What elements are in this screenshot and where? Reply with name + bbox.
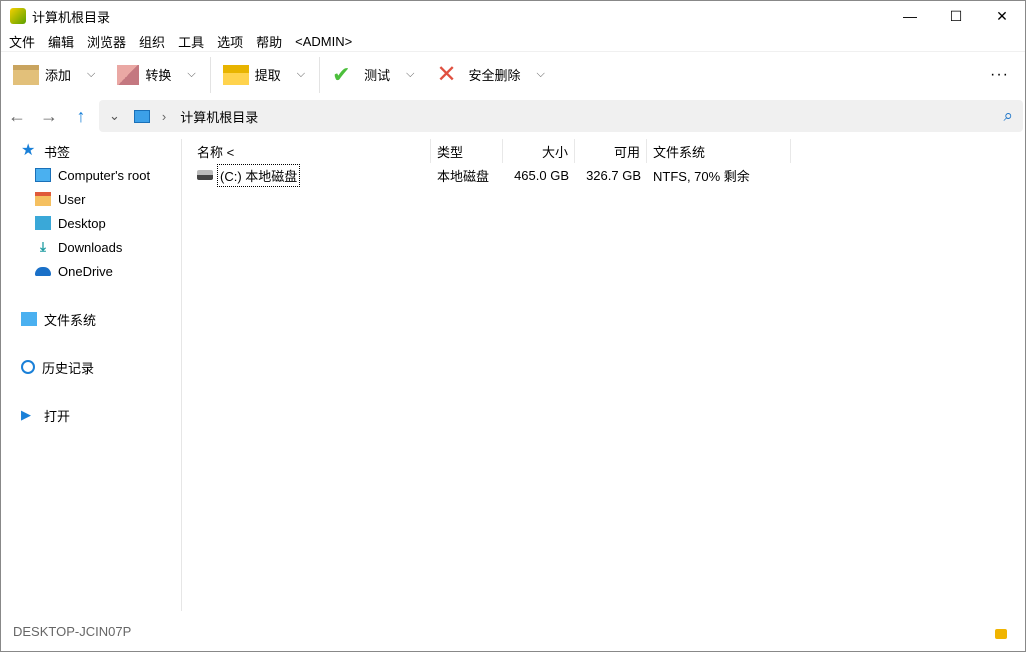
breadcrumb-path[interactable]: 计算机根目录: [180, 107, 258, 126]
computer-icon: [133, 109, 150, 123]
chevron-down-icon[interactable]: ⌵: [536, 68, 544, 81]
secure-delete-label: 安全删除: [468, 68, 521, 83]
maximize-button[interactable]: ☐: [933, 1, 979, 31]
row-type: 本地磁盘: [437, 168, 490, 184]
menu-organize[interactable]: 组织: [139, 32, 165, 51]
sidebar-item-desktop[interactable]: Desktop: [1, 211, 181, 235]
desktop-icon: [35, 216, 51, 230]
title-bar: 计算机根目录 — ☐ ✕: [1, 1, 1025, 31]
menu-bar: 文件 编辑 浏览器 组织 工具 选项 帮助 <ADMIN>: [1, 31, 1025, 51]
chevron-down-icon[interactable]: ⌵: [297, 68, 305, 81]
monitor-icon: [35, 168, 51, 182]
breadcrumb-separator-icon: ›: [161, 108, 167, 124]
home-icon: [35, 192, 51, 206]
star-icon: ★: [21, 142, 36, 159]
sidebar-filesystem[interactable]: 文件系统: [1, 307, 181, 331]
checkmark-icon: ✔: [332, 61, 351, 87]
sidebar-open[interactable]: ▶ 打开: [1, 403, 181, 427]
sidebar-label: Computer's root: [58, 167, 151, 183]
drive-icon: [197, 170, 213, 180]
column-type[interactable]: 类型: [431, 139, 503, 163]
download-icon: ⤓: [40, 239, 46, 254]
table-row[interactable]: (C:) 本地磁盘 本地磁盘 465.0 GB 326.7 GB NTFS, 7…: [183, 163, 1025, 187]
column-free[interactable]: 可用: [575, 139, 647, 163]
sidebar-label: User: [58, 191, 86, 207]
history-dropdown-icon[interactable]: ⌄: [109, 108, 120, 124]
status-bar: DESKTOP-JCIN07P: [1, 611, 1025, 651]
chevron-down-icon[interactable]: ⌵: [87, 68, 95, 81]
convert-icon: [117, 64, 140, 85]
sidebar-item-user[interactable]: User: [1, 187, 181, 211]
history-clock-icon: [21, 360, 35, 374]
column-size[interactable]: 大小: [503, 139, 575, 163]
chevron-down-icon[interactable]: ⌵: [187, 68, 195, 81]
sidebar-item-onedrive[interactable]: OneDrive: [1, 259, 181, 283]
play-triangle-icon: ▶: [21, 407, 31, 422]
menu-browser[interactable]: 浏览器: [87, 32, 126, 51]
convert-button[interactable]: 转换 ⌵: [105, 52, 205, 97]
convert-label: 转换: [145, 68, 172, 83]
search-icon[interactable]: ⌕: [1003, 106, 1013, 126]
column-filesystem[interactable]: 文件系统: [647, 139, 791, 163]
column-name[interactable]: 名称 <: [183, 139, 431, 163]
toolbar: 添加 ⌵ 转换 ⌵ 提取 ⌵ ✔ 测试 ⌵ ✕ 安全删除 ⌵ ···: [1, 51, 1025, 97]
navigation-bar: ← → ↑ ⌄ › 计算机根目录 ⌕: [1, 99, 1025, 133]
address-bar[interactable]: ⌄ › 计算机根目录 ⌕: [99, 100, 1023, 132]
folder-icon: [222, 64, 249, 85]
extract-label: 提取: [254, 68, 281, 83]
test-button[interactable]: ✔ 测试 ⌵: [320, 52, 424, 97]
delete-x-icon: ✕: [436, 60, 457, 88]
sidebar-label: 书签: [44, 144, 71, 160]
sidebar-label: Downloads: [58, 239, 123, 255]
add-button[interactable]: 添加 ⌵: [1, 52, 105, 97]
row-size: 465.0 GB: [514, 167, 569, 183]
sidebar-item-downloads[interactable]: ⤓ Downloads: [1, 235, 181, 259]
more-options-button[interactable]: ···: [990, 66, 1009, 84]
minimize-button[interactable]: —: [887, 1, 933, 31]
menu-admin[interactable]: <ADMIN>: [295, 34, 352, 49]
row-name: (C:) 本地磁盘: [217, 163, 301, 187]
window-title: 计算机根目录: [32, 9, 111, 25]
sidebar-label: OneDrive: [58, 263, 113, 279]
forward-arrow-icon[interactable]: →: [33, 106, 65, 127]
sidebar: ★ 书签 Computer's root User Desktop ⤓ Downlo…: [1, 139, 182, 611]
cloud-icon: [35, 266, 51, 276]
folder-icon: [21, 312, 37, 326]
hostname: DESKTOP-JCIN07P: [13, 623, 132, 639]
sidebar-label: 打开: [44, 408, 71, 424]
unlock-icon[interactable]: [995, 629, 1007, 639]
secure-delete-button[interactable]: ✕ 安全删除 ⌵: [424, 52, 554, 97]
menu-file[interactable]: 文件: [9, 32, 35, 51]
sidebar-bookmarks[interactable]: ★ 书签: [1, 139, 181, 163]
menu-tools[interactable]: 工具: [178, 32, 204, 51]
box-icon: [13, 64, 39, 85]
column-headers: 名称 < 类型 大小 可用 文件系统: [183, 139, 1025, 163]
menu-edit[interactable]: 编辑: [48, 32, 74, 51]
sidebar-label: Desktop: [58, 215, 106, 231]
test-label: 测试: [364, 68, 391, 83]
peazip-logo-icon: [10, 8, 26, 24]
chevron-down-icon[interactable]: ⌵: [406, 68, 414, 81]
extract-button[interactable]: 提取 ⌵: [211, 52, 315, 97]
close-button[interactable]: ✕: [979, 1, 1025, 31]
add-label: 添加: [45, 68, 72, 83]
menu-help[interactable]: 帮助: [256, 32, 282, 51]
row-filesystem: NTFS, 70% 剩余: [653, 168, 750, 184]
back-arrow-icon[interactable]: ←: [1, 106, 33, 127]
row-free: 326.7 GB: [586, 167, 641, 183]
sidebar-item-computers-root[interactable]: Computer's root: [1, 163, 181, 187]
file-list: 名称 < 类型 大小 可用 文件系统 (C:) 本地磁盘 本地磁盘 465.0 …: [183, 139, 1025, 611]
sidebar-label: 历史记录: [42, 360, 95, 376]
menu-options[interactable]: 选项: [217, 32, 243, 51]
up-arrow-icon[interactable]: ↑: [65, 106, 97, 127]
sidebar-history[interactable]: 历史记录: [1, 355, 181, 379]
sidebar-label: 文件系统: [44, 312, 97, 328]
